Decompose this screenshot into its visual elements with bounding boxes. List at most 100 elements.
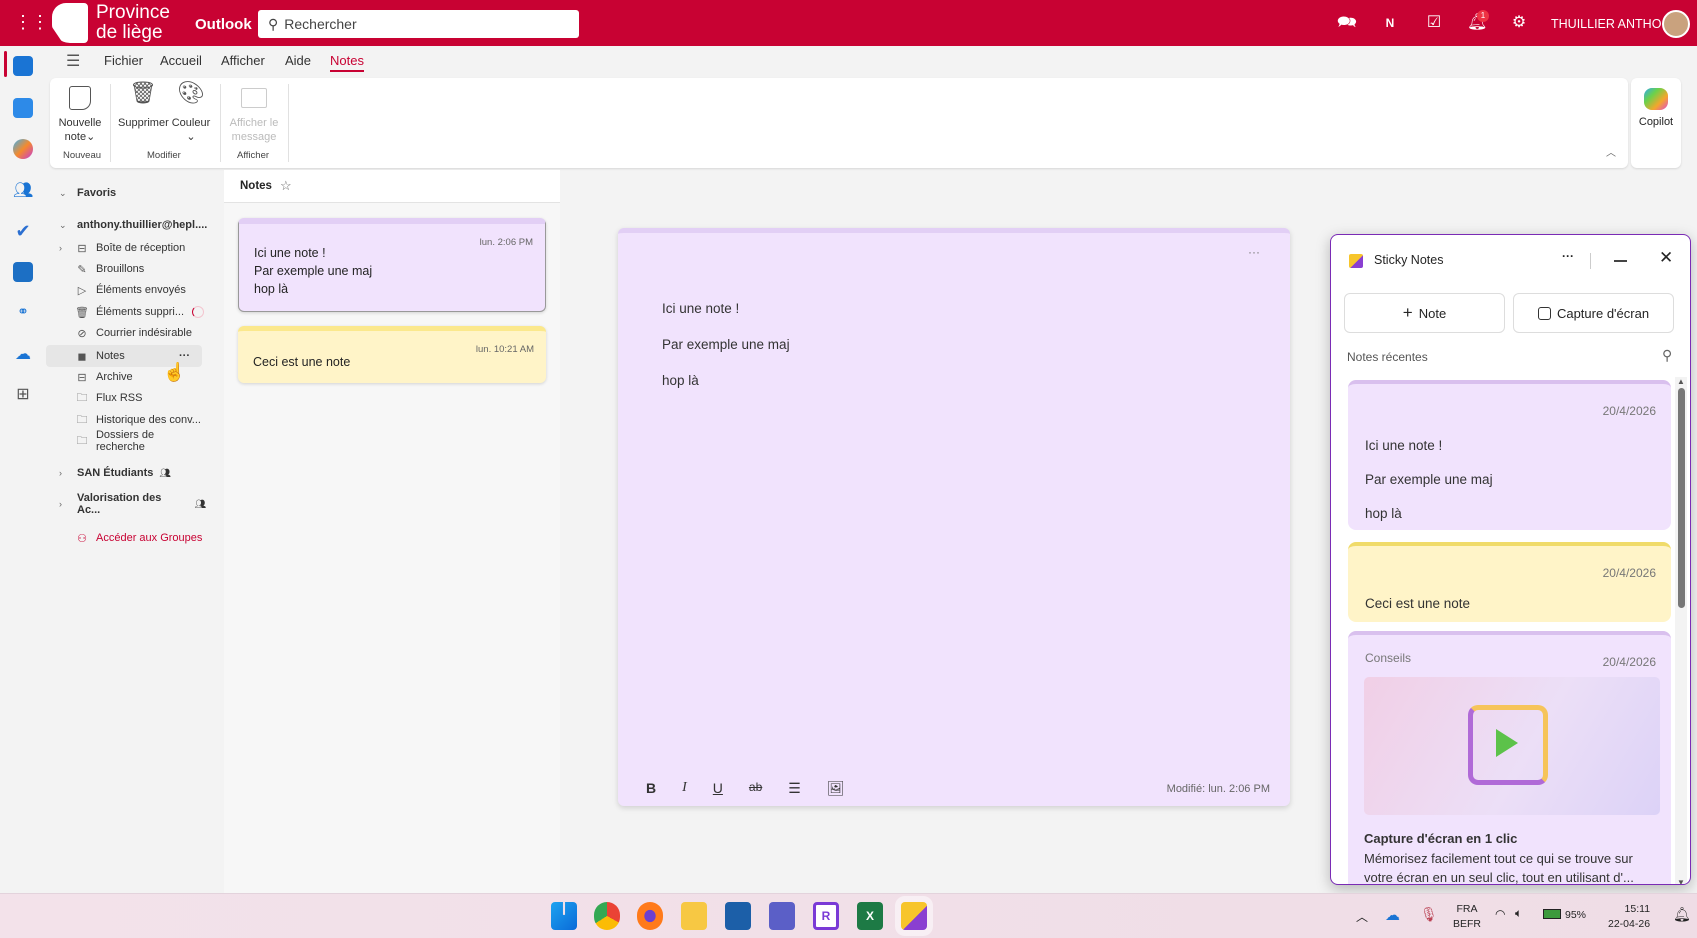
app-r-icon[interactable]: R <box>813 902 839 930</box>
tip-card[interactable]: Conseils 20/4/2026 Capture d'écran en 1 … <box>1348 631 1671 884</box>
teams-chat-icon[interactable]: 🗪 <box>1337 14 1357 32</box>
more-options-icon[interactable]: ··· <box>179 350 190 362</box>
show-hidden-icons[interactable]: ︿ <box>1356 908 1368 925</box>
tab-aide[interactable]: Aide <box>285 53 311 68</box>
delete-button[interactable]: 🗑︎ Supprimer <box>118 82 169 130</box>
hamburger-icon[interactable]: ☰ <box>66 51 80 71</box>
chevron-right-icon: › <box>59 499 62 509</box>
screenshot-button[interactable]: Capture d'écran <box>1513 293 1674 333</box>
wifi-icon[interactable]: ◠ <box>1495 907 1505 921</box>
folder-search[interactable]: 🗀 Dossiers de recherche <box>50 429 206 453</box>
favorites-header[interactable]: ⌄ Favoris <box>50 183 206 203</box>
windows-start-icon[interactable] <box>551 902 577 930</box>
color-button[interactable]: 🎨︎ Couleur ⌄ <box>170 82 212 144</box>
taskbar: R X ︿ ☁ 🎙︎ FRA BEFR ◠ 🔈︎ 95% 15:11 22-04… <box>0 893 1697 938</box>
copilot-rail-icon[interactable] <box>13 139 33 159</box>
firefox-icon[interactable] <box>637 902 663 930</box>
chevron-down-icon: ⌄ <box>59 187 67 198</box>
sticky-notes-logo-icon <box>1349 254 1363 268</box>
onedrive-icon[interactable]: ☁ <box>13 344 33 364</box>
sticky-note-card[interactable]: 20/4/2026 Ici une note ! Par exemple une… <box>1348 380 1671 530</box>
account-header[interactable]: ⌄ anthony.thuillier@hepl.... <box>50 215 207 235</box>
editor-body[interactable]: Ici une note ! Par exemple une maj hop l… <box>662 291 790 399</box>
notes-list-title: Notes <box>240 180 272 192</box>
group-san[interactable]: › SAN Étudiants 👥︎ <box>50 463 206 483</box>
avatar[interactable] <box>1662 10 1690 38</box>
mail-icon[interactable] <box>13 56 33 76</box>
note-time: lun. 10:21 AM <box>475 344 534 355</box>
store-icon[interactable] <box>725 902 751 930</box>
groups-link[interactable]: ⚇ Accéder aux Groupes <box>50 528 206 548</box>
gear-icon[interactable]: ⚙ <box>1510 14 1528 32</box>
folder-deleted[interactable]: 🗑︎ Éléments suppri... <box>50 302 206 322</box>
image-icon[interactable]: 🖼︎ <box>827 780 845 797</box>
minimize-button[interactable] <box>1614 260 1627 262</box>
people-icon[interactable]: 👥︎ <box>13 180 33 200</box>
sticky-note-card[interactable]: 20/4/2026 Ceci est une note <box>1348 542 1671 622</box>
calendar-icon[interactable] <box>13 98 33 118</box>
more-options-icon[interactable]: ··· <box>1248 245 1260 259</box>
close-button[interactable]: ✕ <box>1659 248 1673 268</box>
new-note-button[interactable]: + Note <box>1344 293 1505 333</box>
underline-icon[interactable]: U <box>713 780 723 797</box>
org-name: Province de liège <box>96 3 170 43</box>
collapse-ribbon-icon[interactable]: ︿ <box>1606 144 1616 159</box>
note-editor[interactable]: ··· Ici une note ! Par exemple une maj h… <box>618 228 1290 806</box>
clock[interactable]: 15:11 22-04-26 <box>1608 902 1650 932</box>
my-day-icon[interactable]: ☑ <box>1425 14 1443 32</box>
tab-notes[interactable]: Notes <box>330 53 364 72</box>
new-note-button[interactable]: Nouvelle note⌄ <box>56 86 104 144</box>
drafts-icon: ✎ <box>77 263 87 276</box>
tab-fichier[interactable]: Fichier <box>104 53 143 68</box>
province-logo[interactable] <box>52 3 88 43</box>
note-icon: ◼ <box>77 350 87 363</box>
sticky-notes-taskbar-icon[interactable] <box>901 902 927 930</box>
tab-afficher[interactable]: Afficher <box>221 53 265 68</box>
volume-icon[interactable]: 🔈︎ <box>1515 906 1522 921</box>
notification-center-icon[interactable]: 🔔︎ <box>1673 906 1691 923</box>
search-icon[interactable]: ⚲ <box>1662 347 1672 364</box>
onenote-icon[interactable]: N <box>1381 14 1399 32</box>
battery-icon[interactable] <box>1543 909 1561 919</box>
note-card[interactable]: lun. 2:06 PM Ici une note ! Par exemple … <box>238 218 546 312</box>
scroll-down-icon[interactable]: ▼ <box>1675 878 1687 884</box>
scrollbar[interactable]: ▲ ▼ <box>1675 377 1687 884</box>
bold-icon[interactable]: B <box>646 780 656 797</box>
italic-icon[interactable]: I <box>682 780 687 797</box>
scroll-up-icon[interactable]: ▲ <box>1675 377 1687 386</box>
divider <box>220 84 221 162</box>
teams-icon[interactable] <box>769 902 795 930</box>
group-valorisation[interactable]: › Valorisation des Ac... 👥︎ <box>50 492 206 516</box>
microphone-icon[interactable]: 🎙︎ <box>1420 906 1438 923</box>
user-name[interactable]: THUILLIER ANTHO... <box>1551 17 1672 31</box>
tab-accueil[interactable]: Accueil <box>160 53 202 68</box>
new-note-label: Note <box>1418 305 1447 321</box>
excel-icon[interactable]: X <box>857 902 883 930</box>
loading-spinner <box>192 306 205 318</box>
folder-drafts[interactable]: ✎ Brouillons <box>50 259 206 279</box>
chrome-icon[interactable] <box>594 902 620 930</box>
org-explorer-icon[interactable]: ⚭ <box>13 303 33 323</box>
search-box[interactable]: ⚲ Rechercher <box>258 10 579 38</box>
file-explorer-icon[interactable] <box>681 902 707 930</box>
scrollbar-thumb[interactable] <box>1677 388 1685 608</box>
strikethrough-icon[interactable]: ab <box>749 780 762 797</box>
note-line: hop là <box>254 282 289 296</box>
folder-rss[interactable]: 🗀 Flux RSS <box>50 388 206 408</box>
onedrive-tray-icon[interactable]: ☁ <box>1385 906 1400 924</box>
folder-sent[interactable]: ▷ Éléments envoyés <box>50 280 206 300</box>
files-icon[interactable] <box>13 262 33 282</box>
app-name[interactable]: Outlook <box>195 16 252 33</box>
list-icon[interactable]: ☰ <box>788 780 801 797</box>
language-indicator[interactable]: FRA BEFR <box>1453 902 1481 932</box>
more-apps-icon[interactable]: ⊞ <box>13 384 33 404</box>
group-nouveau: Nouveau <box>63 150 102 161</box>
folder-junk[interactable]: ⊘ Courrier indésirable <box>50 323 206 343</box>
star-icon[interactable]: ☆ <box>280 178 292 194</box>
folder-inbox[interactable]: › ⊟ Boîte de réception <box>50 238 206 258</box>
folder-history[interactable]: 🗀 Historique des conv... <box>50 410 206 430</box>
todo-icon[interactable]: ✔ <box>13 221 33 241</box>
more-options-icon[interactable]: ··· <box>1562 249 1574 263</box>
copilot-button[interactable]: Copilot <box>1631 78 1681 168</box>
note-card[interactable]: lun. 10:21 AM Ceci est une note <box>238 326 546 383</box>
